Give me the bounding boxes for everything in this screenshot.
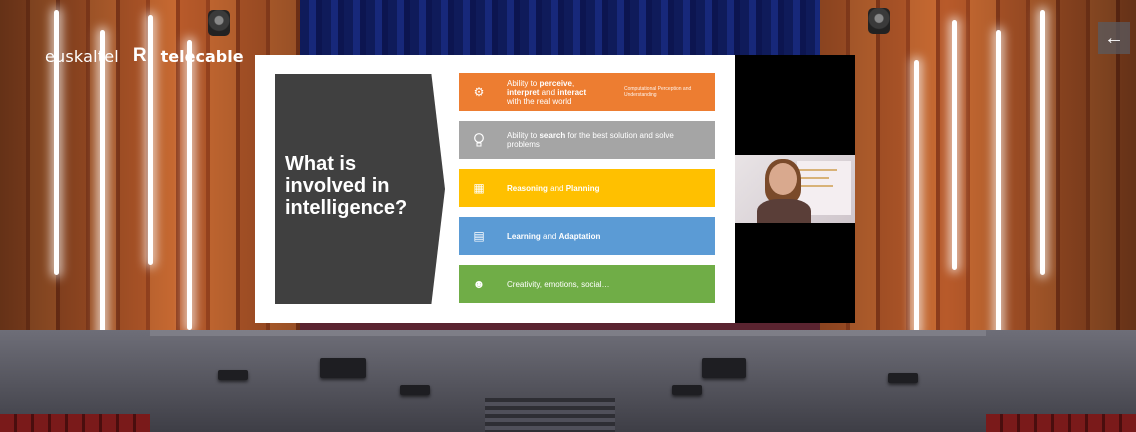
poster-line <box>797 169 837 171</box>
wall-light <box>952 20 957 270</box>
wall-light <box>100 30 105 350</box>
arrow-left-icon: ← <box>1104 26 1124 49</box>
ceiling-spotlight <box>868 8 890 34</box>
presentation-screen: What is involved in intelligence? ⚙ Abil… <box>255 55 855 323</box>
stage-speaker <box>400 385 430 395</box>
r-mark-logo: R <box>132 45 147 66</box>
slide-item-creativity: ☻ Creativity, emotions, social… <box>459 265 715 303</box>
wall-light <box>996 30 1001 350</box>
stage-steps <box>485 398 615 432</box>
stage-speaker <box>672 385 702 395</box>
speaker-webcam[interactable] <box>735 155 855 223</box>
smiley-icon: ☻ <box>472 277 486 291</box>
speaker-video-panel <box>735 55 855 323</box>
stage-speaker <box>702 358 746 378</box>
stage-speaker <box>320 358 366 378</box>
slide-item-search: Ability to search for the best solution … <box>459 121 715 159</box>
head-gear-icon: ⚙ <box>473 85 485 99</box>
sponsor-logo: euskaltel R telecable <box>45 45 244 67</box>
slide-item-text: Reasoning and Planning <box>507 183 600 193</box>
ceiling-spotlight <box>208 10 230 36</box>
back-button[interactable]: ← <box>1098 22 1130 54</box>
slide-item-text: Ability to search for the best solution … <box>507 131 674 149</box>
euskaltel-logo-text: euskaltel <box>45 46 119 66</box>
audience-seats <box>986 414 1136 432</box>
flowchart-icon: ▦ <box>473 181 485 195</box>
stage-speaker <box>888 373 918 383</box>
stage-speaker <box>218 370 248 380</box>
presentation-icon: ▤ <box>473 229 485 243</box>
slide-item-subtext: Computational Perception and Understandi… <box>624 86 692 98</box>
stage-edge <box>150 330 986 336</box>
slide-title: What is involved in intelligence? <box>285 153 408 219</box>
telecable-logo-text: telecable <box>160 46 244 66</box>
poster-line <box>797 185 833 187</box>
speaker-face <box>769 163 797 195</box>
lightbulb-icon <box>471 132 487 148</box>
speaker-body <box>757 199 811 223</box>
wall-light <box>914 60 919 335</box>
poster-line <box>797 177 829 179</box>
wall-light <box>1040 10 1045 275</box>
audience-seats <box>0 414 150 432</box>
slide-item-reasoning: ▦ Reasoning and Planning <box>459 169 715 207</box>
slide-item-text: Creativity, emotions, social… <box>507 279 610 289</box>
wall-light <box>187 40 192 330</box>
slide-item-learning: ▤ Learning and Adaptation <box>459 217 715 255</box>
slide-item-text: Learning and Adaptation <box>507 231 601 241</box>
slide-item-perception: ⚙ Ability to perceive, interpret and int… <box>459 73 715 111</box>
